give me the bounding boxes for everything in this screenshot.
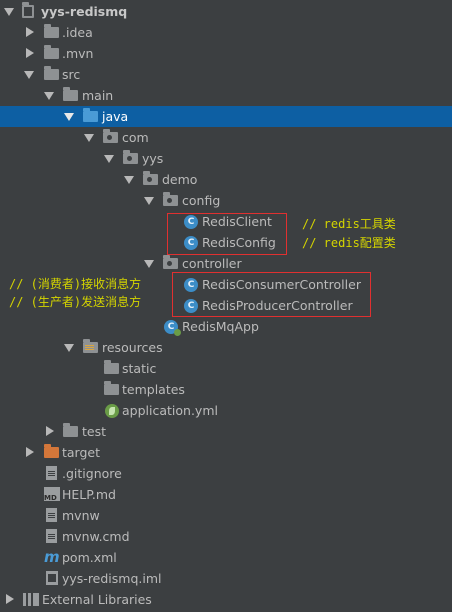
tree-row-mvnw[interactable]: mvnw — [0, 505, 452, 526]
tree-item-label: .gitignore — [62, 466, 122, 481]
tree-row-config[interactable]: config — [0, 190, 452, 211]
tree-item-label: src — [62, 67, 81, 82]
tree-item-label: target — [62, 445, 101, 460]
config-highlight-box — [167, 213, 287, 255]
module-file-icon — [46, 571, 58, 585]
chevron-down-icon[interactable] — [124, 176, 134, 184]
chevron-right-icon[interactable] — [46, 426, 54, 436]
chevron-down-icon[interactable] — [84, 134, 94, 142]
markdown-file-icon: MD — [44, 487, 60, 502]
tree-item-label: mvnw.cmd — [62, 529, 130, 544]
tree-row-mvnw-cmd[interactable]: mvnw.cmd — [0, 526, 452, 547]
controller-highlight-box — [172, 272, 371, 317]
chevron-down-icon[interactable] — [64, 113, 74, 121]
tree-row-app[interactable]: C RedisMqApp — [0, 316, 452, 337]
tree-item-label: com — [122, 130, 149, 145]
tree-row-controller[interactable]: controller — [0, 253, 452, 274]
tree-row-pom-xml[interactable]: m pom.xml — [0, 547, 452, 568]
package-icon — [103, 129, 118, 143]
tree-item-label: pom.xml — [62, 550, 117, 565]
tree-row-demo[interactable]: demo — [0, 169, 452, 190]
text-file-icon — [46, 529, 57, 543]
folder-icon — [63, 87, 78, 101]
folder-icon — [104, 381, 119, 395]
tree-row-resources[interactable]: resources — [0, 337, 452, 358]
tree-item-label: java — [102, 109, 129, 124]
tree-row-yys[interactable]: yys — [0, 148, 452, 169]
tree-item-label: .mvn — [62, 46, 94, 61]
tree-row-external-libraries[interactable]: External Libraries — [0, 589, 452, 610]
tree-item-label: yys-redismq.iml — [62, 571, 162, 586]
chevron-down-icon[interactable] — [144, 260, 154, 268]
project-label: yys-redismq — [41, 4, 128, 19]
source-folder-icon — [83, 108, 98, 122]
chevron-right-icon[interactable] — [6, 594, 14, 604]
text-file-icon — [46, 508, 57, 522]
tree-item-label: main — [82, 88, 114, 103]
consumer-comment: // (消费者)接收消息方 — [9, 277, 142, 291]
tree-row-help-md[interactable]: MD HELP.md — [0, 484, 452, 505]
tree-item-label: config — [182, 193, 221, 208]
tree-item-label: .idea — [62, 25, 93, 40]
tree-row-main[interactable]: main — [0, 85, 452, 106]
chevron-down-icon[interactable] — [24, 71, 34, 79]
chevron-down-icon[interactable] — [104, 155, 114, 163]
tree-item-label: External Libraries — [42, 592, 152, 607]
excluded-folder-icon — [44, 444, 59, 458]
tree-item-label: test — [82, 424, 107, 439]
tree-row-project[interactable]: yys-redismq — [0, 1, 452, 22]
chevron-right-icon[interactable] — [26, 447, 34, 457]
tree-row-static[interactable]: static — [0, 358, 452, 379]
chevron-down-icon[interactable] — [44, 92, 54, 100]
tree-item-label: yys — [142, 151, 164, 166]
tree-item-label: RedisMqApp — [182, 319, 259, 334]
package-icon — [163, 255, 178, 269]
tree-item-label: application.yml — [122, 403, 218, 418]
tree-row-gitignore[interactable]: .gitignore — [0, 463, 452, 484]
text-file-icon — [46, 466, 57, 480]
folder-icon — [44, 24, 59, 38]
tree-item-label: demo — [162, 172, 198, 187]
tree-row-idea[interactable]: .idea — [0, 22, 452, 43]
tree-row-mvn[interactable]: .mvn — [0, 43, 452, 64]
tree-item-label: static — [122, 361, 157, 376]
folder-icon — [44, 66, 59, 80]
tree-item-label: resources — [102, 340, 163, 355]
package-icon — [163, 192, 178, 206]
spring-boot-app-icon: C — [164, 320, 181, 336]
tree-row-com[interactable]: com — [0, 127, 452, 148]
library-icon — [23, 593, 39, 606]
tree-item-label: controller — [182, 256, 242, 271]
folder-icon — [44, 45, 59, 59]
chevron-right-icon[interactable] — [26, 48, 34, 58]
resources-folder-icon — [83, 339, 98, 353]
folder-icon — [104, 360, 119, 374]
tree-row-templates[interactable]: templates — [0, 379, 452, 400]
tree-row-iml[interactable]: yys-redismq.iml — [0, 568, 452, 589]
chevron-down-icon[interactable] — [4, 8, 14, 16]
producer-comment: // (生产者)发送消息方 — [9, 295, 142, 309]
chevron-down-icon[interactable] — [144, 197, 154, 205]
chevron-right-icon[interactable] — [26, 27, 34, 37]
tree-row-test[interactable]: test — [0, 421, 452, 442]
tree-item-label: mvnw — [62, 508, 100, 523]
tree-row-application-yml[interactable]: application.yml — [0, 400, 452, 421]
chevron-down-icon[interactable] — [64, 344, 74, 352]
folder-icon — [63, 423, 78, 437]
tree-item-label: templates — [122, 382, 185, 397]
project-folder-icon — [22, 2, 34, 18]
tree-item-label: HELP.md — [62, 487, 116, 502]
maven-icon: m — [44, 548, 60, 566]
tree-row-src[interactable]: src — [0, 64, 452, 85]
tree-row-target[interactable]: target — [0, 442, 452, 463]
package-icon — [143, 171, 158, 185]
redis-config-comment: // redis配置类 — [302, 236, 396, 250]
spring-config-icon — [105, 404, 119, 418]
redis-client-comment: // redis工具类 — [302, 217, 396, 231]
tree-row-java[interactable]: java — [0, 106, 452, 127]
package-icon — [123, 150, 138, 164]
